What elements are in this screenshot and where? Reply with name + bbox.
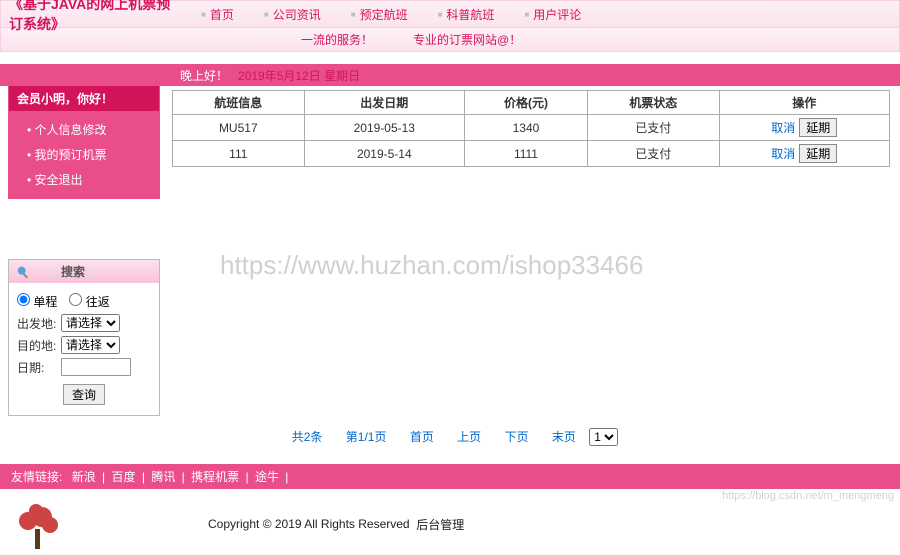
pager-last[interactable]: 末页 bbox=[552, 430, 576, 444]
from-select[interactable]: 请选择 bbox=[61, 314, 120, 332]
trip-round[interactable]: 往返 bbox=[69, 293, 109, 310]
trip-oneway[interactable]: 单程 bbox=[17, 293, 57, 310]
member-title: 会员小明，你好！ bbox=[9, 86, 159, 111]
greeting-date: 2019年5月12日 星期日 bbox=[238, 67, 360, 84]
pager-total: 共2条 bbox=[292, 430, 323, 444]
search-button[interactable]: 查询 bbox=[63, 384, 105, 405]
nav-science[interactable]: 科普航班 bbox=[438, 6, 495, 23]
site-logo: 《基于JAVA的网上机票预订系统》 bbox=[1, 0, 181, 34]
pager-next[interactable]: 下页 bbox=[505, 430, 529, 444]
link-tuniu[interactable]: 途牛 bbox=[252, 470, 282, 484]
cell-status: 已支付 bbox=[587, 141, 719, 167]
nav-home[interactable]: 首页 bbox=[201, 6, 234, 23]
pager-first[interactable]: 首页 bbox=[410, 430, 434, 444]
admin-link[interactable]: 后台管理 bbox=[416, 516, 464, 533]
friend-links: 友情链接: 新浪 | 百度 | 腾讯 | 携程机票 | 途牛 | bbox=[0, 464, 900, 489]
slogan-1: 一流的服务！ bbox=[301, 31, 373, 48]
to-label: 目的地: bbox=[17, 337, 57, 354]
link-ctrip[interactable]: 携程机票 bbox=[188, 470, 242, 484]
nav-book[interactable]: 预定航班 bbox=[351, 6, 408, 23]
links-label: 友情链接: bbox=[8, 470, 65, 484]
member-panel: 会员小明，你好！ 个人信息修改 我的预订机票 安全退出 bbox=[8, 85, 160, 199]
main-nav: 首页 公司资讯 预定航班 科普航班 用户评论 bbox=[181, 6, 581, 23]
pager: 共2条 第1/1页 首页 上页 下页 末页 1 bbox=[0, 416, 900, 458]
to-select[interactable]: 请选择 bbox=[61, 336, 120, 354]
cell-price: 1111 bbox=[465, 141, 588, 167]
link-sina[interactable]: 新浪 bbox=[69, 470, 99, 484]
cell-date: 2019-5-14 bbox=[304, 141, 464, 167]
slogan-2: 专业的订票网站@！ bbox=[413, 31, 521, 48]
nav-comments[interactable]: 用户评论 bbox=[524, 6, 581, 23]
search-icon bbox=[15, 264, 31, 280]
sidebar-item-orders[interactable]: 我的预订机票 bbox=[27, 142, 159, 167]
cell-ops: 取消延期 bbox=[719, 115, 889, 141]
postpone-button[interactable]: 延期 bbox=[799, 118, 837, 137]
nav-news[interactable]: 公司资讯 bbox=[264, 6, 321, 23]
cell-date: 2019-05-13 bbox=[304, 115, 464, 141]
from-label: 出发地: bbox=[17, 315, 57, 332]
source-watermark: https://blog.csdn.net/m_mengmeng bbox=[722, 490, 894, 502]
search-panel: 搜索 单程 往返 出发地: 请选择 目的地: 请选择 日期: bbox=[8, 259, 160, 416]
search-title: 搜索 bbox=[61, 263, 85, 280]
pager-page: 第1/1页 bbox=[346, 430, 387, 444]
th-date: 出发日期 bbox=[304, 91, 464, 115]
pager-select[interactable]: 1 bbox=[589, 428, 618, 446]
th-price: 价格(元) bbox=[465, 91, 588, 115]
table-row: 1112019-5-141111已支付取消延期 bbox=[173, 141, 890, 167]
cell-ops: 取消延期 bbox=[719, 141, 889, 167]
sidebar-item-logout[interactable]: 安全退出 bbox=[27, 167, 159, 192]
table-row: MU5172019-05-131340已支付取消延期 bbox=[173, 115, 890, 141]
sidebar-item-profile[interactable]: 个人信息修改 bbox=[27, 117, 159, 142]
orders-table: 航班信息 出发日期 价格(元) 机票状态 操作 MU5172019-05-131… bbox=[172, 90, 890, 167]
pager-prev[interactable]: 上页 bbox=[457, 430, 481, 444]
cell-flight: 111 bbox=[173, 141, 305, 167]
cell-price: 1340 bbox=[465, 115, 588, 141]
cell-flight: MU517 bbox=[173, 115, 305, 141]
date-label: 日期: bbox=[17, 359, 57, 376]
cell-status: 已支付 bbox=[587, 115, 719, 141]
top-nav-bar: 《基于JAVA的网上机票预订系统》 首页 公司资讯 预定航班 科普航班 用户评论 bbox=[0, 0, 900, 28]
greeting-text: 晚上好！ bbox=[180, 67, 228, 84]
th-flight: 航班信息 bbox=[173, 91, 305, 115]
date-input[interactable] bbox=[61, 358, 131, 376]
tree-icon bbox=[8, 499, 68, 549]
greeting-bar: 晚上好！ 2019年5月12日 星期日 bbox=[0, 64, 900, 86]
th-status: 机票状态 bbox=[587, 91, 719, 115]
link-baidu[interactable]: 百度 bbox=[109, 470, 139, 484]
th-ops: 操作 bbox=[719, 91, 889, 115]
copyright: Copyright © 2019 All Rights Reserved bbox=[208, 517, 410, 531]
cancel-link[interactable]: 取消 bbox=[771, 147, 795, 161]
cancel-link[interactable]: 取消 bbox=[771, 121, 795, 135]
link-tencent[interactable]: 腾讯 bbox=[148, 470, 178, 484]
postpone-button[interactable]: 延期 bbox=[799, 144, 837, 163]
